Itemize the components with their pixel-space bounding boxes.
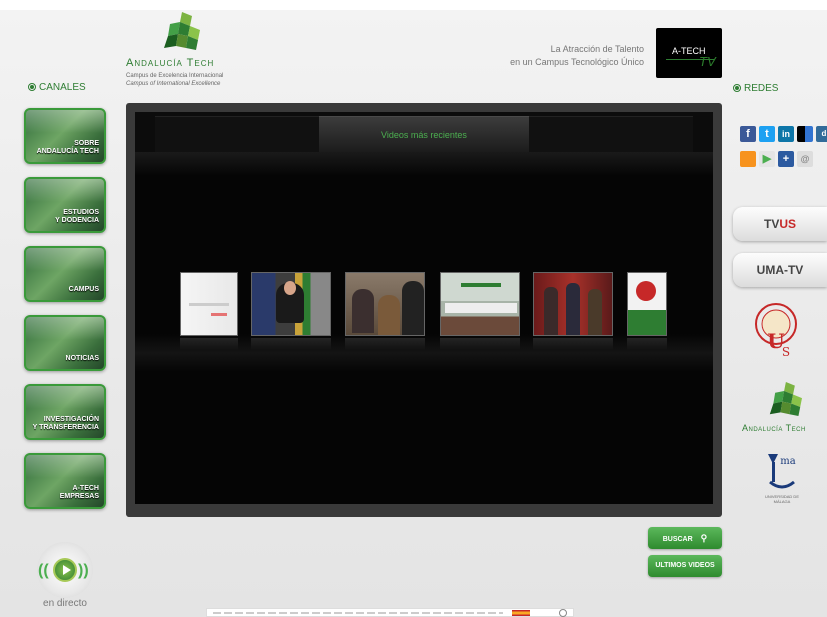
latest-videos-button[interactable]: ULTIMOS VIDEOS <box>648 555 722 577</box>
tagline-line1: La Atracción de Talento <box>550 44 644 54</box>
thumb-reflection <box>345 338 425 350</box>
social-row-2: ▶ + @ <box>740 151 813 167</box>
email-icon[interactable]: @ <box>797 151 813 167</box>
rss-icon[interactable] <box>740 151 756 167</box>
video-thumbnail[interactable] <box>440 272 520 336</box>
umatv-button[interactable]: UMA-TV <box>733 253 827 287</box>
tagline-line2: en un Campus Tecnológico Único <box>510 57 644 67</box>
search-button-label: BUSCAR <box>662 536 693 543</box>
tab-left[interactable] <box>155 116 319 152</box>
channel-empresas[interactable]: A-TECH EMPRESAS <box>24 453 106 509</box>
ministry-seal-icon <box>559 609 567 617</box>
thumbnail-image <box>346 273 424 335</box>
channel-label: ESTUDIOS Y DODENCIA <box>55 209 99 224</box>
tab-recent-videos-label: Videos más recientes <box>381 130 467 140</box>
footer-bar <box>206 608 574 617</box>
andalucia-tech-small-logo[interactable]: Andalucía Tech <box>738 378 827 438</box>
channel-label: A-TECH EMPRESAS <box>59 485 99 500</box>
radio-dot-icon <box>733 84 741 92</box>
social-row-1: f t in d <box>740 126 827 142</box>
video-thumbnail[interactable] <box>251 272 331 336</box>
share-icon[interactable]: + <box>778 151 794 167</box>
redes-text: REDES <box>744 83 779 94</box>
channel-label: INVESTIGACIÓN Y TRANSFERENCIA <box>32 416 99 431</box>
tile-shine <box>26 248 104 272</box>
tile-shine <box>26 110 104 134</box>
umatv-label: UMA-TV <box>756 263 804 277</box>
tile-shine <box>26 386 104 410</box>
facebook-icon[interactable]: f <box>740 126 756 142</box>
universidad-malaga-logo[interactable]: ma UNIVERSIDAD DE MÁLAGA <box>760 452 804 512</box>
video-thumbnail[interactable] <box>345 272 425 336</box>
digg-icon[interactable]: d <box>816 126 827 142</box>
canales-label: CANALES <box>28 82 86 93</box>
logo-subtitle-es: Campus de Excelencia Internacional <box>126 73 224 79</box>
tvus-prefix: TV <box>763 217 780 231</box>
tvus-suffix: US <box>779 217 796 231</box>
universidad-sevilla-logo-icon[interactable]: U S <box>752 300 800 364</box>
channel-label: CAMPUS <box>68 286 99 293</box>
channel-campus[interactable]: CAMPUS <box>24 246 106 302</box>
uma-mark-icon: ma <box>768 454 796 489</box>
play-icon <box>53 558 77 582</box>
tile-shine <box>26 317 104 341</box>
andalucia-tech-logo[interactable]: Andalucía Tech Campus de Excelencia Inte… <box>126 12 266 92</box>
tvus-button[interactable]: TVUS <box>733 207 827 241</box>
player-glow <box>135 152 713 176</box>
logo-subtitle-en: Campus of International Excellence <box>126 81 221 87</box>
thumbnail-image <box>534 273 612 335</box>
latest-videos-label: ULTIMOS VIDEOS <box>655 562 715 569</box>
video-thumbnail[interactable] <box>180 272 238 336</box>
twitter-icon[interactable]: t <box>759 126 775 142</box>
live-stream-button[interactable]: (( )) en directo <box>34 540 96 612</box>
badge-tv: TV <box>699 54 716 69</box>
tab-recent-videos[interactable]: Videos más recientes <box>319 116 529 152</box>
channel-label: SOBRE ANDALUCÍA TECH <box>36 140 99 155</box>
thumb-reflection <box>627 338 667 350</box>
player-tabbar: Videos más recientes <box>135 112 713 152</box>
uma-text: UNIVERSIDAD DE MÁLAGA <box>764 494 799 504</box>
thumbnail-image <box>628 273 666 335</box>
radio-dot-icon <box>28 83 36 91</box>
delicious-icon[interactable] <box>797 126 813 142</box>
channel-sobre[interactable]: SOBRE ANDALUCÍA TECH <box>24 108 106 164</box>
andalucia-tech-mark-icon <box>164 12 200 50</box>
thumbnail-image <box>181 273 237 335</box>
thumbnail-image <box>252 273 330 335</box>
andalucia-tech-mark-icon <box>769 382 802 416</box>
logo-name: Andalucía Tech <box>126 57 215 69</box>
svg-text:ma: ma <box>780 456 795 467</box>
spain-flag-icon <box>512 610 530 616</box>
live-label: en directo <box>43 598 87 609</box>
top-strip <box>0 0 827 10</box>
sound-wave-left-icon: (( <box>38 562 49 579</box>
at-small-name: Andalucía Tech <box>742 423 806 433</box>
channel-label: NOTICIAS <box>65 355 99 362</box>
search-button[interactable]: BUSCAR ⚲ <box>648 527 722 549</box>
svg-text:S: S <box>782 345 790 359</box>
tagline: La Atracción de Talento en un Campus Tec… <box>444 43 644 69</box>
video-thumbnail[interactable] <box>627 272 667 336</box>
youtube-icon[interactable]: ▶ <box>759 151 775 167</box>
video-carousel-player: Videos más recientes <box>135 112 713 504</box>
channel-noticias[interactable]: NOTICIAS <box>24 315 106 371</box>
thumbnail-image <box>441 273 519 335</box>
tile-shine <box>26 179 104 203</box>
canales-text: CANALES <box>39 82 86 93</box>
sound-wave-right-icon: )) <box>78 562 89 579</box>
channel-investigacion[interactable]: INVESTIGACIÓN Y TRANSFERENCIA <box>24 384 106 440</box>
footer-text <box>213 612 503 614</box>
linkedin-icon[interactable]: in <box>778 126 794 142</box>
search-icon: ⚲ <box>700 533 708 543</box>
video-thumbnail[interactable] <box>533 272 613 336</box>
thumb-reflection <box>440 338 520 350</box>
thumb-reflection <box>251 338 331 350</box>
thumb-reflection <box>533 338 613 350</box>
channel-estudios[interactable]: ESTUDIOS Y DODENCIA <box>24 177 106 233</box>
thumb-reflection <box>180 338 238 350</box>
atech-tv-badge[interactable]: A-TECH TV <box>656 28 722 78</box>
tile-shine <box>26 455 104 479</box>
tab-right[interactable] <box>529 116 693 152</box>
redes-label: REDES <box>733 83 778 94</box>
